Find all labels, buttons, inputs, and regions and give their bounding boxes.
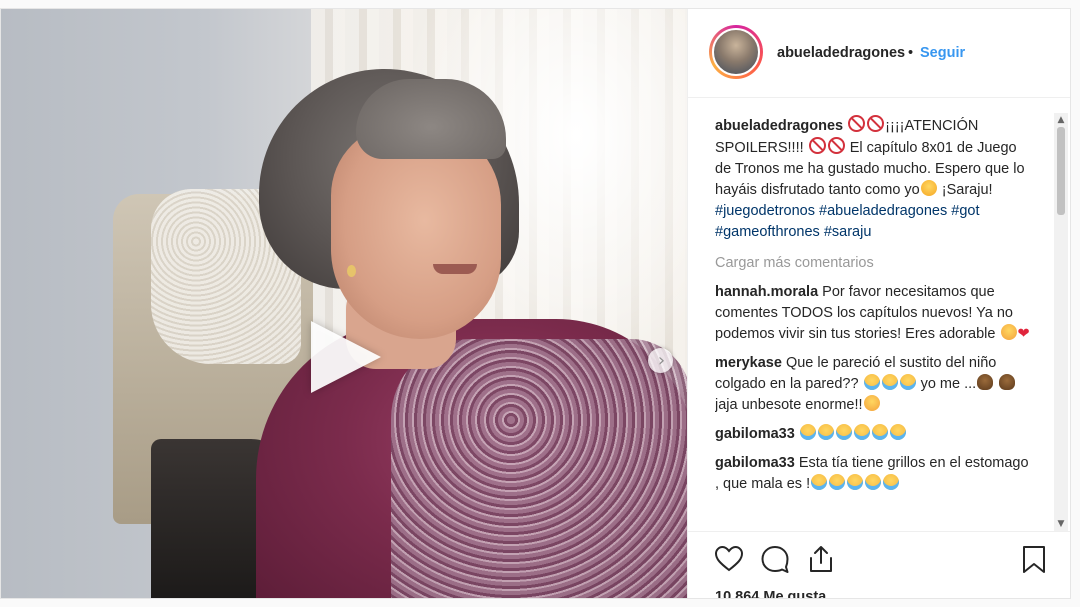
share-icon[interactable]: [806, 544, 836, 574]
comment-username[interactable]: gabiloma33: [715, 426, 795, 442]
hashtag-link[interactable]: #gameofthrones: [715, 224, 820, 240]
comment: gabiloma33: [715, 424, 1031, 445]
laughing-tears-emoji-icon: [835, 424, 852, 440]
story-ring[interactable]: [709, 25, 763, 79]
comment-text: yo me ...: [920, 376, 977, 392]
earring: [347, 265, 356, 277]
laughing-tears-emoji-icon: [829, 474, 846, 490]
avatar[interactable]: [712, 28, 760, 76]
caption-username[interactable]: abueladedragones: [715, 118, 843, 134]
likes-count[interactable]: 10.864 Me gusta: [715, 589, 826, 598]
no-entry-emoji-icon: [827, 137, 845, 154]
red-heart-emoji-icon: ❤: [1017, 326, 1030, 342]
bookmark-icon[interactable]: [1019, 544, 1049, 574]
separator-dot: •: [908, 45, 914, 61]
next-media-button[interactable]: ›: [648, 348, 673, 373]
woman-smile: [433, 264, 477, 274]
laughing-tears-emoji-icon: [865, 474, 882, 490]
follow-button[interactable]: Seguir: [920, 45, 965, 61]
laughing-tears-emoji-icon: [811, 474, 828, 490]
heart-icon[interactable]: [714, 544, 744, 574]
post-actions: 10.864 Me gusta: [688, 531, 1070, 598]
hashtag-link[interactable]: #abueladedragones: [819, 203, 947, 219]
caption-text-3: ¡Saraju!: [941, 182, 993, 198]
comment: hannah.morala Por favor necesitamos que …: [715, 282, 1031, 345]
post-video[interactable]: ›: [1, 9, 687, 598]
comment-username[interactable]: hannah.morala: [715, 284, 818, 300]
laughing-tears-emoji-icon: [863, 374, 880, 390]
comment-username[interactable]: merykase: [715, 355, 782, 371]
no-entry-emoji-icon: [808, 137, 826, 154]
comment: merykase Que le pareció el sustito del n…: [715, 353, 1031, 416]
poo-emoji-icon: [999, 374, 1016, 390]
caption: abueladedragones ¡¡¡¡ATENCIÓN SPOILERS!!…: [715, 115, 1031, 243]
hashtag-link[interactable]: #saraju: [824, 224, 872, 240]
header-username[interactable]: abueladedragones: [777, 45, 905, 61]
laughing-tears-emoji-icon: [847, 474, 864, 490]
poo-emoji-icon: [977, 374, 994, 390]
scrollbar-thumb[interactable]: [1057, 127, 1065, 215]
laughing-tears-emoji-icon: [817, 424, 834, 440]
laughing-tears-emoji-icon: [881, 374, 898, 390]
chevron-right-icon: ›: [657, 349, 666, 371]
comments-scrollbar[interactable]: ▲ ▼: [1054, 113, 1068, 531]
woman-cardigan: [391, 339, 687, 598]
kiss-emoji-icon: [863, 395, 880, 411]
laughing-tears-emoji-icon: [889, 424, 906, 440]
post-side-panel: abueladedragones • Seguir abueladedragon…: [687, 9, 1070, 598]
hashtag-link[interactable]: #got: [951, 203, 979, 219]
comment-username[interactable]: gabiloma33: [715, 455, 795, 471]
no-entry-emoji-icon: [867, 115, 885, 132]
scroll-up-arrow-icon[interactable]: ▲: [1054, 113, 1068, 127]
post-header: abueladedragones • Seguir: [688, 9, 1070, 98]
no-entry-emoji-icon: [848, 115, 866, 132]
hashtag-link[interactable]: #juegodetronos: [715, 203, 815, 219]
load-more-comments-button[interactable]: Cargar más comentarios: [715, 253, 1031, 274]
laughing-tears-emoji-icon: [899, 374, 916, 390]
comment-icon[interactable]: [760, 544, 790, 574]
laughing-tears-emoji-icon: [799, 424, 816, 440]
laughing-tears-emoji-icon: [871, 424, 888, 440]
laughing-tears-emoji-icon: [853, 424, 870, 440]
comment-text: jaja unbesote enorme!!: [715, 397, 863, 413]
smile-emoji-icon: [920, 180, 937, 196]
kiss-emoji-icon: [1000, 324, 1017, 340]
instagram-post: › abueladedragones • Seguir abueladedrag…: [0, 8, 1071, 599]
scroll-down-arrow-icon[interactable]: ▼: [1054, 517, 1068, 531]
play-icon[interactable]: [311, 321, 381, 393]
comments-list[interactable]: abueladedragones ¡¡¡¡ATENCIÓN SPOILERS!!…: [715, 115, 1031, 528]
laughing-tears-emoji-icon: [883, 474, 900, 490]
comment: gabiloma33 Esta tía tiene grillos en el …: [715, 453, 1031, 495]
